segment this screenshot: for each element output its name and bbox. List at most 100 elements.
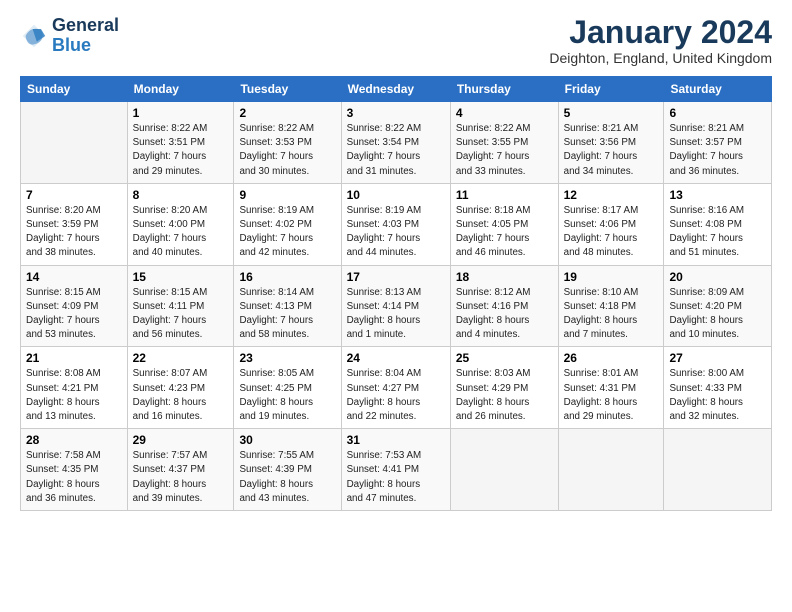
day-info: Sunrise: 8:19 AM Sunset: 4:02 PM Dayligh…: [239, 204, 335, 261]
day-info: Sunrise: 8:03 AM Sunset: 4:29 PM Dayligh…: [456, 367, 553, 424]
day-info: Sunrise: 8:14 AM Sunset: 4:13 PM Dayligh…: [239, 286, 335, 343]
day-info: Sunrise: 8:16 AM Sunset: 4:08 PM Dayligh…: [669, 204, 766, 261]
calendar-cell: 10Sunrise: 8:19 AM Sunset: 4:03 PM Dayli…: [341, 183, 450, 265]
day-info: Sunrise: 8:10 AM Sunset: 4:18 PM Dayligh…: [564, 286, 659, 343]
logo-icon: [20, 22, 48, 50]
calendar-cell: 26 Sunrise: 8:01 AM Sunset: 4:31 PM Dayli…: [558, 347, 664, 429]
day-info: Sunrise: 8:15 AM Sunset: 4:09 PM Dayligh…: [26, 286, 122, 343]
header: General Blue January 2024 Deighton, Engl…: [20, 16, 772, 66]
day-info: Sunrise: 8:22 AM Sunset: 3:51 PM Dayligh…: [133, 122, 229, 179]
day-info: Sunrise: 8:21 AM Sunset: 3:56 PM Dayligh…: [564, 122, 659, 179]
calendar-cell: 18 Sunrise: 8:12 AM Sunset: 4:16 PM Dayli…: [450, 265, 558, 347]
calendar-cell: 22 Sunrise: 8:07 AM Sunset: 4:23 PM Dayli…: [127, 347, 234, 429]
day-number: 5: [564, 106, 659, 120]
day-number: 14: [26, 270, 122, 284]
day-number: 25: [456, 351, 553, 365]
title-block: January 2024 Deighton, England, United K…: [549, 16, 772, 66]
day-number: 2: [239, 106, 335, 120]
logo: General Blue: [20, 16, 119, 56]
col-friday: Friday: [558, 77, 664, 102]
day-info: Sunrise: 8:20 AM Sunset: 3:59 PM Dayligh…: [26, 204, 122, 261]
calendar-cell: 19 Sunrise: 8:10 AM Sunset: 4:18 PM Dayli…: [558, 265, 664, 347]
day-number: 19: [564, 270, 659, 284]
day-info: Sunrise: 8:00 AM Sunset: 4:33 PM Dayligh…: [669, 367, 766, 424]
calendar-cell: 29 Sunrise: 7:57 AM Sunset: 4:37 PM Dayli…: [127, 429, 234, 511]
day-number: 3: [347, 106, 445, 120]
day-info: Sunrise: 8:07 AM Sunset: 4:23 PM Dayligh…: [133, 367, 229, 424]
calendar-cell: 13Sunrise: 8:16 AM Sunset: 4:08 PM Dayli…: [664, 183, 772, 265]
location: Deighton, England, United Kingdom: [549, 50, 772, 66]
day-number: 17: [347, 270, 445, 284]
calendar-cell: 25 Sunrise: 8:03 AM Sunset: 4:29 PM Dayli…: [450, 347, 558, 429]
day-info: Sunrise: 8:22 AM Sunset: 3:55 PM Dayligh…: [456, 122, 553, 179]
calendar-table: Sunday Monday Tuesday Wednesday Thursday…: [20, 76, 772, 511]
calendar-cell: 6 Sunrise: 8:21 AM Sunset: 3:57 PM Daylig…: [664, 102, 772, 184]
day-number: 12: [564, 188, 659, 202]
col-saturday: Saturday: [664, 77, 772, 102]
day-info: Sunrise: 8:12 AM Sunset: 4:16 PM Dayligh…: [456, 286, 553, 343]
calendar-header-row: Sunday Monday Tuesday Wednesday Thursday…: [21, 77, 772, 102]
calendar-cell: 3 Sunrise: 8:22 AM Sunset: 3:54 PM Daylig…: [341, 102, 450, 184]
logo-line2: Blue: [52, 36, 119, 56]
day-number: 6: [669, 106, 766, 120]
day-info: Sunrise: 8:09 AM Sunset: 4:20 PM Dayligh…: [669, 286, 766, 343]
calendar-cell: 21 Sunrise: 8:08 AM Sunset: 4:21 PM Dayli…: [21, 347, 128, 429]
day-info: Sunrise: 8:22 AM Sunset: 3:54 PM Dayligh…: [347, 122, 445, 179]
calendar-week-2: 7 Sunrise: 8:20 AM Sunset: 3:59 PM Daylig…: [21, 183, 772, 265]
calendar-cell: 15Sunrise: 8:15 AM Sunset: 4:11 PM Dayli…: [127, 265, 234, 347]
day-info: Sunrise: 8:08 AM Sunset: 4:21 PM Dayligh…: [26, 367, 122, 424]
day-info: Sunrise: 8:19 AM Sunset: 4:03 PM Dayligh…: [347, 204, 445, 261]
day-number: 26: [564, 351, 659, 365]
day-number: 18: [456, 270, 553, 284]
calendar-cell: 12 Sunrise: 8:17 AM Sunset: 4:06 PM Dayli…: [558, 183, 664, 265]
calendar-cell: [558, 429, 664, 511]
day-number: 9: [239, 188, 335, 202]
day-number: 21: [26, 351, 122, 365]
calendar-cell: [21, 102, 128, 184]
calendar-cell: 5 Sunrise: 8:21 AM Sunset: 3:56 PM Daylig…: [558, 102, 664, 184]
day-number: 7: [26, 188, 122, 202]
logo-text: General Blue: [52, 16, 119, 56]
day-number: 31: [347, 433, 445, 447]
month-title: January 2024: [549, 16, 772, 48]
day-number: 30: [239, 433, 335, 447]
calendar-cell: 14 Sunrise: 8:15 AM Sunset: 4:09 PM Dayli…: [21, 265, 128, 347]
day-info: Sunrise: 8:18 AM Sunset: 4:05 PM Dayligh…: [456, 204, 553, 261]
col-monday: Monday: [127, 77, 234, 102]
day-info: Sunrise: 8:04 AM Sunset: 4:27 PM Dayligh…: [347, 367, 445, 424]
day-number: 24: [347, 351, 445, 365]
calendar-cell: 16 Sunrise: 8:14 AM Sunset: 4:13 PM Dayli…: [234, 265, 341, 347]
day-number: 16: [239, 270, 335, 284]
col-sunday: Sunday: [21, 77, 128, 102]
calendar-cell: 28 Sunrise: 7:58 AM Sunset: 4:35 PM Dayli…: [21, 429, 128, 511]
day-info: Sunrise: 8:21 AM Sunset: 3:57 PM Dayligh…: [669, 122, 766, 179]
calendar-cell: 4 Sunrise: 8:22 AM Sunset: 3:55 PM Daylig…: [450, 102, 558, 184]
day-number: 1: [133, 106, 229, 120]
calendar-cell: 23 Sunrise: 8:05 AM Sunset: 4:25 PM Dayli…: [234, 347, 341, 429]
day-info: Sunrise: 8:20 AM Sunset: 4:00 PM Dayligh…: [133, 204, 229, 261]
day-number: 23: [239, 351, 335, 365]
calendar-cell: 27 Sunrise: 8:00 AM Sunset: 4:33 PM Dayli…: [664, 347, 772, 429]
day-number: 28: [26, 433, 122, 447]
calendar-cell: 7 Sunrise: 8:20 AM Sunset: 3:59 PM Daylig…: [21, 183, 128, 265]
calendar-week-5: 28 Sunrise: 7:58 AM Sunset: 4:35 PM Dayli…: [21, 429, 772, 511]
calendar-cell: 9 Sunrise: 8:19 AM Sunset: 4:02 PM Daylig…: [234, 183, 341, 265]
day-info: Sunrise: 7:58 AM Sunset: 4:35 PM Dayligh…: [26, 449, 122, 506]
day-number: 4: [456, 106, 553, 120]
page: General Blue January 2024 Deighton, Engl…: [0, 0, 792, 521]
day-number: 27: [669, 351, 766, 365]
day-info: Sunrise: 8:17 AM Sunset: 4:06 PM Dayligh…: [564, 204, 659, 261]
col-wednesday: Wednesday: [341, 77, 450, 102]
day-info: Sunrise: 7:57 AM Sunset: 4:37 PM Dayligh…: [133, 449, 229, 506]
calendar-cell: [664, 429, 772, 511]
day-info: Sunrise: 8:13 AM Sunset: 4:14 PM Dayligh…: [347, 286, 445, 343]
calendar-cell: [450, 429, 558, 511]
day-number: 20: [669, 270, 766, 284]
day-info: Sunrise: 8:05 AM Sunset: 4:25 PM Dayligh…: [239, 367, 335, 424]
calendar-week-3: 14 Sunrise: 8:15 AM Sunset: 4:09 PM Dayli…: [21, 265, 772, 347]
calendar-week-1: 1 Sunrise: 8:22 AM Sunset: 3:51 PM Daylig…: [21, 102, 772, 184]
day-number: 29: [133, 433, 229, 447]
day-info: Sunrise: 8:01 AM Sunset: 4:31 PM Dayligh…: [564, 367, 659, 424]
day-number: 22: [133, 351, 229, 365]
day-info: Sunrise: 8:15 AM Sunset: 4:11 PM Dayligh…: [133, 286, 229, 343]
